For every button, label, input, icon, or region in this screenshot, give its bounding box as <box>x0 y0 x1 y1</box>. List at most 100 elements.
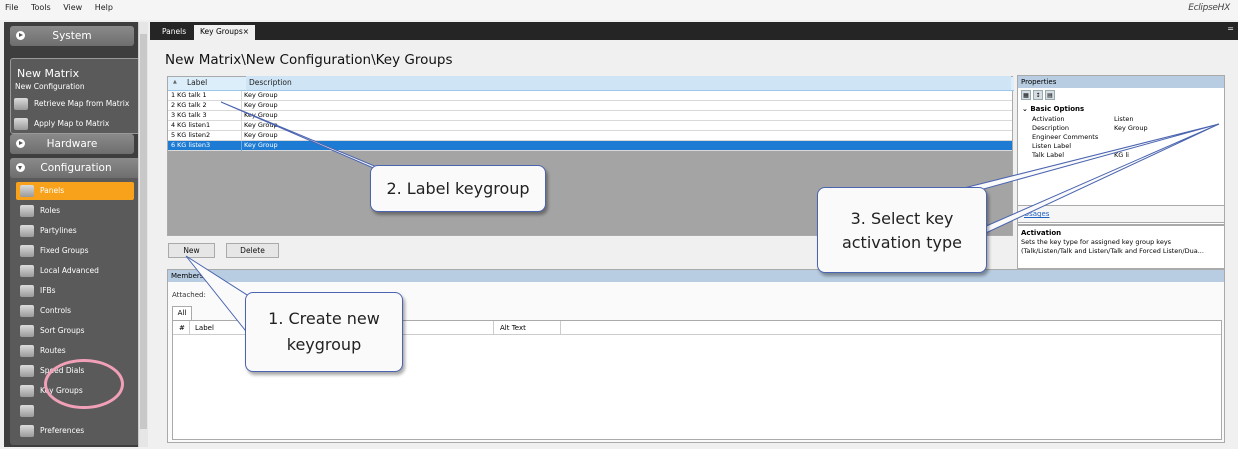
sidebar-item-roles[interactable]: Roles <box>16 202 134 220</box>
property-description: Activation Sets the key type for assigne… <box>1017 225 1225 269</box>
row-number: 4 <box>171 121 176 129</box>
row-number: 2 <box>171 101 176 109</box>
property-row[interactable]: Activation Listen <box>1032 115 1222 124</box>
partylines-icon <box>20 225 34 237</box>
column-divider <box>189 321 190 335</box>
new-button[interactable]: New <box>168 243 215 258</box>
column-header-label[interactable]: Label <box>195 324 214 332</box>
row-label: KG talk 1 <box>177 91 207 99</box>
table-row[interactable]: 2 KG talk 2 Key Group <box>168 101 1012 111</box>
cell-divider <box>241 91 242 101</box>
sort-alpha-icon[interactable]: ↕ <box>1033 90 1043 100</box>
menu-file[interactable]: File <box>0 0 23 12</box>
controls-icon <box>20 305 34 317</box>
column-header-alt-text[interactable]: Alt Text <box>500 324 526 332</box>
property-key: Engineer Comments <box>1032 133 1099 141</box>
sidebar-item-local-advanced[interactable]: Local Advanced <box>16 262 134 280</box>
description-text: Sets the key type for assigned key group… <box>1021 238 1204 255</box>
row-number: 1 <box>171 91 176 99</box>
grid-header: ▲ Label Description <box>168 76 1014 91</box>
sidebar-item-panels[interactable]: Panels <box>16 182 134 200</box>
categorized-icon[interactable]: ▦ <box>1021 90 1031 100</box>
attached-label: Attached: <box>172 291 206 299</box>
members-title: Members <box>168 270 1224 282</box>
sidebar-item-controls[interactable]: Controls <box>16 302 134 320</box>
apply-map-label: Apply Map to Matrix <box>34 119 110 128</box>
sort-icon[interactable]: ▲ <box>173 79 177 85</box>
cell-divider <box>241 121 242 131</box>
property-value[interactable]: Key Group <box>1114 124 1148 133</box>
tab-key-groups[interactable]: Key Groups× <box>194 25 256 40</box>
callout-label-keygroup: 2. Label keygroup <box>370 165 546 212</box>
key-groups-icon <box>20 385 34 397</box>
column-header-description[interactable]: Description <box>246 76 1011 90</box>
local-advanced-icon <box>20 265 34 277</box>
sidebar-scrollbar[interactable] <box>138 22 148 447</box>
menu-view[interactable]: View <box>58 0 87 12</box>
row-description: Key Group <box>244 121 278 129</box>
retrieve-map-label: Retrieve Map from Matrix <box>34 99 130 108</box>
close-icon[interactable]: × <box>243 27 249 36</box>
section-title: Basic Options <box>1030 105 1085 113</box>
system-label: System <box>52 30 92 42</box>
panels-icon <box>20 185 34 197</box>
scrollbar-thumb[interactable] <box>140 34 147 429</box>
configuration-label: Configuration <box>40 162 112 174</box>
property-row[interactable]: Listen Label <box>1032 142 1222 151</box>
properties-title: Properties <box>1018 76 1224 88</box>
tab-panels[interactable]: Panels <box>156 25 192 40</box>
row-number: 5 <box>171 131 176 139</box>
table-row[interactable]: 5 KG listen2 Key Group <box>168 131 1012 141</box>
sidebar-item-routes[interactable]: Routes <box>16 342 134 360</box>
configuration-name: New Configuration <box>15 82 85 91</box>
property-key: Description <box>1032 124 1070 132</box>
property-key: Talk Label <box>1032 151 1065 159</box>
property-row[interactable]: Description Key Group <box>1032 124 1222 133</box>
system-header[interactable]: System <box>10 26 134 46</box>
tab-all[interactable]: All <box>172 306 192 320</box>
delete-button[interactable]: Delete <box>226 243 279 258</box>
sidebar-item-sort-groups[interactable]: Sort Groups <box>16 322 134 340</box>
property-row[interactable]: Engineer Comments <box>1032 133 1222 142</box>
retrieve-map-button[interactable]: Retrieve Map from Matrix <box>14 96 129 112</box>
property-value[interactable]: KG li <box>1114 151 1129 160</box>
sidebar-item-label: Roles <box>40 206 61 215</box>
row-description: Key Group <box>244 111 278 119</box>
sidebar-item-partylines[interactable]: Partylines <box>16 222 134 240</box>
row-label: KG talk 2 <box>177 101 207 109</box>
fixed-groups-icon <box>20 245 34 257</box>
tab-menu-icon[interactable]: = <box>1227 24 1234 33</box>
table-row[interactable]: 1 KG talk 1 Key Group <box>168 91 1012 101</box>
collapse-icon <box>16 163 25 172</box>
table-row[interactable]: 3 KG talk 3 Key Group <box>168 111 1012 121</box>
expand-icon <box>16 31 25 40</box>
usages-link[interactable]: Usages <box>1017 205 1225 223</box>
sidebar-item-fixed-groups[interactable]: Fixed Groups <box>16 242 134 260</box>
configuration-header[interactable]: Configuration <box>10 158 142 178</box>
apply-map-button[interactable]: Apply Map to Matrix <box>14 116 109 132</box>
tab-key-groups-label: Key Groups <box>200 27 243 36</box>
table-row[interactable]: 4 KG listen1 Key Group <box>168 121 1012 131</box>
page-title: New Matrix\New Configuration\Key Groups <box>165 52 453 68</box>
hardware-header[interactable]: Hardware <box>10 134 134 154</box>
roles-icon <box>20 205 34 217</box>
menu-bar: File Tools View Help <box>0 0 1238 20</box>
basic-options-section[interactable]: ⌄ Basic Options <box>1022 105 1084 113</box>
matrix-panel: New Matrix New Configuration Retrieve Ma… <box>10 58 142 134</box>
menu-tools[interactable]: Tools <box>26 0 56 12</box>
sidebar-item-ifbs[interactable]: IFBs <box>16 282 134 300</box>
property-value[interactable]: Listen <box>1114 115 1133 124</box>
column-header-number[interactable]: # <box>179 324 185 332</box>
property-row[interactable]: Talk Label KG li <box>1032 151 1222 160</box>
row-description: Key Group <box>244 141 278 149</box>
column-header-label[interactable]: Label <box>187 78 207 87</box>
row-number: 3 <box>171 111 176 119</box>
sidebar-item-label: Preferences <box>40 426 85 435</box>
menu-help[interactable]: Help <box>90 0 118 12</box>
property-pages-icon[interactable]: ▤ <box>1045 90 1055 100</box>
preferences-icon <box>20 425 34 437</box>
table-row-selected[interactable]: 6 KG listen3 Key Group <box>168 141 1012 151</box>
tab-bar: Panels Key Groups× = <box>150 22 1238 40</box>
key-groups-highlight-ring <box>44 359 124 409</box>
sidebar-item-preferences[interactable]: Preferences <box>16 422 134 440</box>
